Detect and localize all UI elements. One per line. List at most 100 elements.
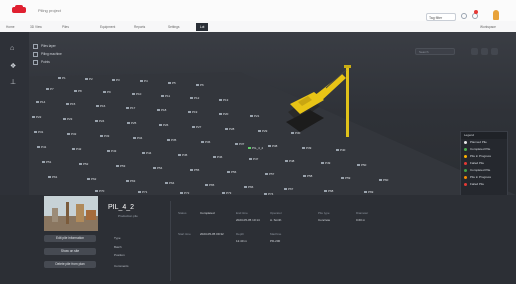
edit-pile-button[interactable]: Edit pile information bbox=[44, 235, 96, 242]
pile-marker[interactable]: P22 bbox=[32, 116, 41, 119]
pile-marker[interactable]: P64 bbox=[165, 182, 174, 185]
pile-marker[interactable]: P69 bbox=[364, 191, 373, 194]
pile-marker[interactable]: P47 bbox=[249, 158, 258, 161]
pile-marker[interactable]: P23 bbox=[63, 118, 72, 121]
delete-pile-button[interactable]: Delete pile from plan bbox=[44, 261, 96, 268]
home-icon[interactable]: ⌂ bbox=[10, 45, 17, 52]
pile-marker[interactable]: P41 bbox=[37, 146, 46, 149]
pile-marker[interactable]: P49 bbox=[321, 162, 330, 165]
pile-marker[interactable]: P62 bbox=[87, 178, 96, 181]
pile-marker[interactable]: P42 bbox=[72, 148, 81, 151]
pile-marker[interactable]: P32 bbox=[67, 133, 76, 136]
pile-marker[interactable]: P21 bbox=[250, 115, 259, 118]
layer-row[interactable]: Points bbox=[33, 58, 62, 66]
pile-marker[interactable]: P65 bbox=[205, 184, 214, 187]
checkbox[interactable] bbox=[33, 51, 38, 57]
pile-marker[interactable]: P71 bbox=[138, 191, 147, 194]
selected-pile-marker[interactable]: PIL_4_2 bbox=[248, 147, 263, 150]
user-avatar-icon[interactable] bbox=[493, 10, 499, 20]
pile-marker[interactable]: P2 bbox=[85, 78, 93, 81]
layer-row[interactable]: Piling machine bbox=[33, 50, 62, 58]
tag-filter-select[interactable]: Tag filter bbox=[426, 13, 456, 21]
layers-icon[interactable]: ❖ bbox=[10, 63, 17, 70]
show-on-site-button[interactable]: Show on site bbox=[44, 248, 96, 255]
pile-marker[interactable]: P4 bbox=[140, 80, 148, 83]
help-icon[interactable] bbox=[461, 13, 467, 19]
tab-home[interactable]: Home bbox=[6, 23, 15, 31]
pile-marker[interactable]: P31 bbox=[34, 131, 43, 134]
pile-marker[interactable]: P25 bbox=[127, 122, 136, 125]
pile-marker[interactable]: P45 bbox=[178, 154, 187, 157]
pile-marker[interactable]: P63 bbox=[126, 180, 135, 183]
pile-marker[interactable]: P14 bbox=[36, 101, 45, 104]
tab-settings[interactable]: Settings bbox=[168, 23, 180, 31]
pile-marker[interactable]: P13 bbox=[219, 99, 228, 102]
pile-marker[interactable]: P43 bbox=[107, 150, 116, 153]
tab-workspace[interactable]: Workspace bbox=[480, 23, 496, 31]
pile-marker[interactable]: P24 bbox=[95, 120, 104, 123]
pile-marker[interactable]: P59 bbox=[341, 177, 350, 180]
pile-marker[interactable]: P68 bbox=[324, 190, 333, 193]
pile-marker[interactable]: P28 bbox=[225, 128, 234, 131]
layer-row[interactable]: Piles layer bbox=[33, 42, 62, 50]
pile-marker[interactable]: P34 bbox=[133, 137, 142, 140]
pile-marker[interactable]: P48 bbox=[285, 160, 294, 163]
pile-marker[interactable]: P36 bbox=[201, 141, 210, 144]
checkbox[interactable] bbox=[33, 59, 38, 65]
pile-marker[interactable]: P52 bbox=[79, 163, 88, 166]
pile-marker[interactable]: P27 bbox=[192, 126, 201, 129]
pile-marker[interactable]: P67 bbox=[284, 188, 293, 191]
pile-marker[interactable]: P33 bbox=[100, 135, 109, 138]
pile-photo[interactable] bbox=[44, 196, 98, 231]
pile-marker[interactable]: P9 bbox=[103, 91, 111, 94]
pile-marker[interactable]: P55 bbox=[190, 169, 199, 172]
pile-marker[interactable]: P70 bbox=[95, 190, 104, 193]
pile-marker[interactable]: P53 bbox=[116, 165, 125, 168]
pile-marker[interactable]: P11 bbox=[161, 95, 170, 98]
pile-marker[interactable]: P40 bbox=[336, 149, 345, 152]
pile-marker[interactable]: P8 bbox=[74, 90, 82, 93]
pile-marker[interactable]: P35 bbox=[167, 139, 176, 142]
pile-marker[interactable]: P30 bbox=[291, 132, 300, 135]
viewport-search-input[interactable]: Search bbox=[415, 48, 455, 55]
pile-marker[interactable]: P66 bbox=[244, 186, 253, 189]
view-fullscreen-button[interactable] bbox=[491, 48, 498, 55]
pile-marker[interactable]: P29 bbox=[258, 130, 267, 133]
pile-marker[interactable]: P7 bbox=[46, 88, 54, 91]
pile-marker[interactable]: P16 bbox=[96, 105, 105, 108]
pile-marker[interactable]: P51 bbox=[42, 161, 51, 164]
pile-marker[interactable]: P10 bbox=[132, 93, 141, 96]
tab-equipment[interactable]: Equipment bbox=[100, 23, 115, 31]
pile-marker[interactable]: P26 bbox=[159, 124, 168, 127]
pile-marker[interactable]: P20 bbox=[219, 113, 228, 116]
pile-marker[interactable]: P5 bbox=[168, 82, 176, 85]
tab-reports[interactable]: Reports bbox=[134, 23, 145, 31]
pile-marker[interactable]: P46 bbox=[213, 156, 222, 159]
view-reset-button[interactable] bbox=[481, 48, 488, 55]
pile-marker[interactable]: P1 bbox=[58, 77, 66, 80]
checkbox[interactable] bbox=[33, 43, 38, 49]
view-settings-button[interactable] bbox=[471, 48, 478, 55]
pile-marker[interactable]: P15 bbox=[66, 103, 75, 106]
pile-marker[interactable]: P38 bbox=[268, 145, 277, 148]
pile-marker[interactable]: P39 bbox=[302, 147, 311, 150]
tab-lot[interactable]: Lot bbox=[196, 23, 209, 31]
tab-3d-view[interactable]: 3D View bbox=[30, 23, 42, 31]
pile-marker[interactable]: P50 bbox=[357, 164, 366, 167]
pile-marker[interactable]: P57 bbox=[265, 173, 274, 176]
pile-marker[interactable]: P37 bbox=[235, 143, 244, 146]
pile-marker[interactable]: P60 bbox=[379, 179, 388, 182]
tab-piles[interactable]: Piles bbox=[62, 23, 69, 31]
pile-marker[interactable]: P58 bbox=[303, 175, 312, 178]
pile-marker[interactable]: P12 bbox=[190, 97, 199, 100]
measure-icon[interactable]: ⊥ bbox=[10, 79, 17, 86]
pile-marker[interactable]: P18 bbox=[157, 109, 166, 112]
pile-marker[interactable]: P6 bbox=[196, 84, 204, 87]
pile-marker[interactable]: P19 bbox=[188, 111, 197, 114]
pile-marker[interactable]: P17 bbox=[126, 107, 135, 110]
pile-marker[interactable]: P3 bbox=[112, 79, 120, 82]
pile-marker[interactable]: P61 bbox=[48, 176, 57, 179]
pile-marker[interactable]: P54 bbox=[153, 167, 162, 170]
pile-marker[interactable]: P44 bbox=[142, 152, 151, 155]
pile-marker[interactable]: P56 bbox=[227, 171, 236, 174]
